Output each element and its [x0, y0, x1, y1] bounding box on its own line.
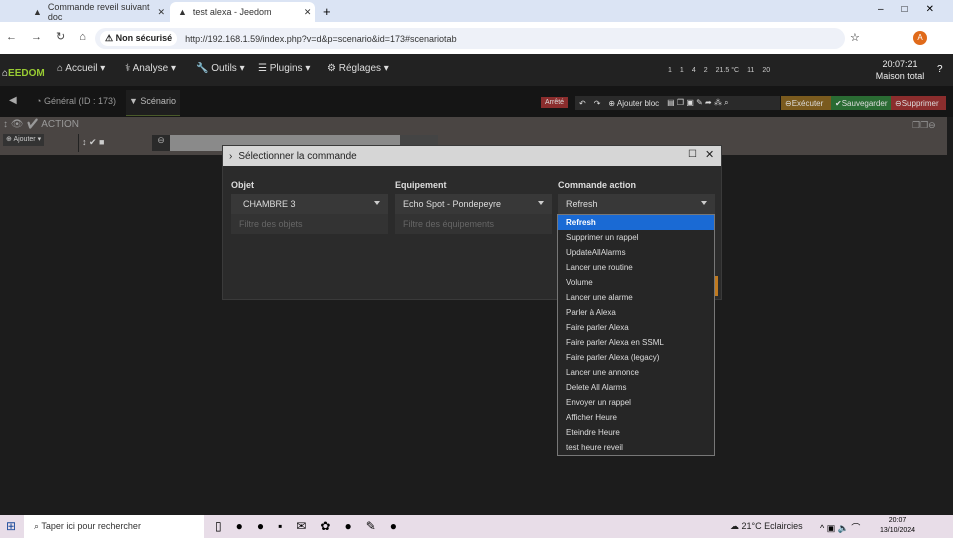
window-controls[interactable]: –□✕	[878, 4, 952, 15]
url-input[interactable]: ⚠ Non sécurisé http://192.168.1.59/index.…	[95, 28, 845, 49]
nav-buttons[interactable]: ←→↻⌂	[6, 30, 91, 43]
redo-icon[interactable]: ↷	[594, 99, 601, 108]
scenario-toolbar: ↶ ↷ ⊕ Ajouter bloc ▤ ❐ ▣ ✎ ➦ ⁂ ⌕	[575, 96, 780, 110]
back-icon[interactable]: ◀	[9, 95, 17, 106]
new-tab-button[interactable]: +	[323, 4, 331, 19]
dropdown-option[interactable]: Lancer une routine	[558, 260, 714, 275]
taskbar-apps[interactable]: ▯●●▪✉✿●✎●	[215, 519, 411, 533]
add-button[interactable]: ⊕ Ajouter ▾	[3, 134, 45, 146]
dropdown-option[interactable]: UpdateAllAlarms	[558, 245, 714, 260]
dropdown-option[interactable]: Parler à Alexa	[558, 305, 714, 320]
save-button[interactable]: ✔ Sauvegarder	[831, 96, 891, 110]
commande-dropdown[interactable]: Refresh Supprimer un rappel UpdateAllAlarm…	[557, 214, 715, 456]
dropdown-option[interactable]: Afficher Heure	[558, 410, 714, 425]
status-summary: 1 1 4 2 21.5 °C 11 20	[668, 67, 771, 74]
dropdown-option[interactable]: Refresh	[558, 215, 714, 230]
commande-label: Commande action	[558, 180, 637, 190]
toolbar-icons[interactable]: ▤ ❐ ▣ ✎ ➦ ⁂ ⌕	[667, 98, 729, 108]
dropdown-option[interactable]: test heure reveil	[558, 440, 714, 455]
add-block-button[interactable]: ⊕ Ajouter bloc	[608, 99, 659, 108]
jeedom-icon: ▲	[178, 7, 187, 17]
clock: 20:07:21 Maison total	[875, 59, 925, 81]
equipement-label: Equipement	[395, 180, 447, 190]
profile-avatar[interactable]: A	[913, 31, 927, 45]
dropdown-option[interactable]: Supprimer un rappel	[558, 230, 714, 245]
jeedom-icon: ▲	[33, 7, 42, 17]
bookmark-star-icon[interactable]: ☆	[850, 31, 860, 44]
equipement-select[interactable]: Echo Spot - Pondepeyre	[395, 194, 552, 214]
tray-icons[interactable]: ^ ▣ 🔈 ⌒	[820, 521, 860, 534]
dropdown-option[interactable]: Faire parler Alexa en SSML	[558, 335, 714, 350]
modal-header: › Sélectionner la commande ☐ ✕	[223, 146, 721, 166]
objet-label: Objet	[231, 180, 255, 190]
dropdown-option[interactable]: Delete All Alarms	[558, 380, 714, 395]
dropdown-option[interactable]: Faire parler Alexa	[558, 320, 714, 335]
tab-general[interactable]: ◔ Général (ID : 173)	[36, 96, 116, 106]
menu-outils[interactable]: 🔧 Outils ▾	[196, 63, 245, 74]
menu-accueil[interactable]: ⌂ Accueil ▾	[57, 63, 105, 74]
dropdown-option[interactable]: Lancer une alarme	[558, 290, 714, 305]
dropdown-option[interactable]: Eteindre Heure	[558, 425, 714, 440]
close-icon[interactable]: ✕	[705, 148, 714, 161]
equipement-filter[interactable]: Filtre des équipements	[395, 214, 552, 234]
commande-select[interactable]: Refresh	[558, 194, 715, 214]
help-icon[interactable]: ?	[937, 64, 943, 75]
block-icons[interactable]: ❐❐⊖	[912, 120, 936, 131]
close-tab-icon[interactable]: ✕	[157, 7, 165, 18]
weather[interactable]: ☁ 21°C Eclaircies	[730, 521, 803, 532]
state-badge: Arrêté	[541, 97, 569, 108]
execute-button[interactable]: ⊖ Exécuter	[781, 96, 831, 110]
action-controls[interactable]: ↕ ✔ ■	[82, 137, 104, 148]
dropdown-option[interactable]: Volume	[558, 275, 714, 290]
objet-select[interactable]: CHAMBRE 3	[231, 194, 388, 214]
menu-analyse[interactable]: ⚕ Analyse ▾	[125, 63, 176, 74]
security-badge[interactable]: ⚠ Non sécurisé	[100, 31, 178, 46]
dropdown-option[interactable]: Envoyer un rappel	[558, 395, 714, 410]
dropdown-option[interactable]: Lancer une annonce	[558, 365, 714, 380]
validate-button-edge[interactable]	[715, 276, 718, 296]
close-tab-icon[interactable]: ✕	[304, 7, 312, 18]
start-icon[interactable]: ⊞	[6, 519, 16, 533]
menu-plugins[interactable]: ☰ Plugins ▾	[258, 63, 310, 74]
address-bar-row: ←→↻⌂ ⚠ Non sécurisé http://192.168.1.59/i…	[0, 22, 953, 54]
taskbar-clock: 20:07 13/10/2024	[880, 517, 916, 534]
tab-test-alexa[interactable]: ▲ test alexa - Jeedom ✕	[170, 2, 315, 22]
remove-icon[interactable]: ⊖	[152, 135, 170, 151]
windows-taskbar: ⊞ ⌕ Taper ici pour rechercher ▯●●▪✉✿●✎● …	[0, 515, 953, 538]
dropdown-option[interactable]: Faire parler Alexa (legacy)	[558, 350, 714, 365]
objet-filter[interactable]: Filtre des objets	[231, 214, 388, 234]
browser-tab-bar: ▲ Commande reveil suivant doc ✕ ▲ test alex…	[0, 0, 953, 22]
jeedom-logo: ⌂EEDOM	[2, 68, 45, 79]
taskbar-search[interactable]: ⌕ Taper ici pour rechercher	[24, 515, 204, 538]
tab-commande-reveil[interactable]: ▲ Commande reveil suivant doc ✕	[25, 2, 165, 22]
delete-button[interactable]: ⊖ Supprimer	[891, 96, 946, 110]
undo-icon[interactable]: ↶	[579, 99, 586, 108]
action-title: ↕ 👁 ✔ ACTION	[3, 119, 79, 130]
maximize-icon[interactable]: ☐	[688, 149, 697, 160]
menu-reglages[interactable]: ⚙ Réglages ▾	[327, 63, 389, 74]
tab-scenario[interactable]: ▼ Scénario	[126, 90, 180, 116]
